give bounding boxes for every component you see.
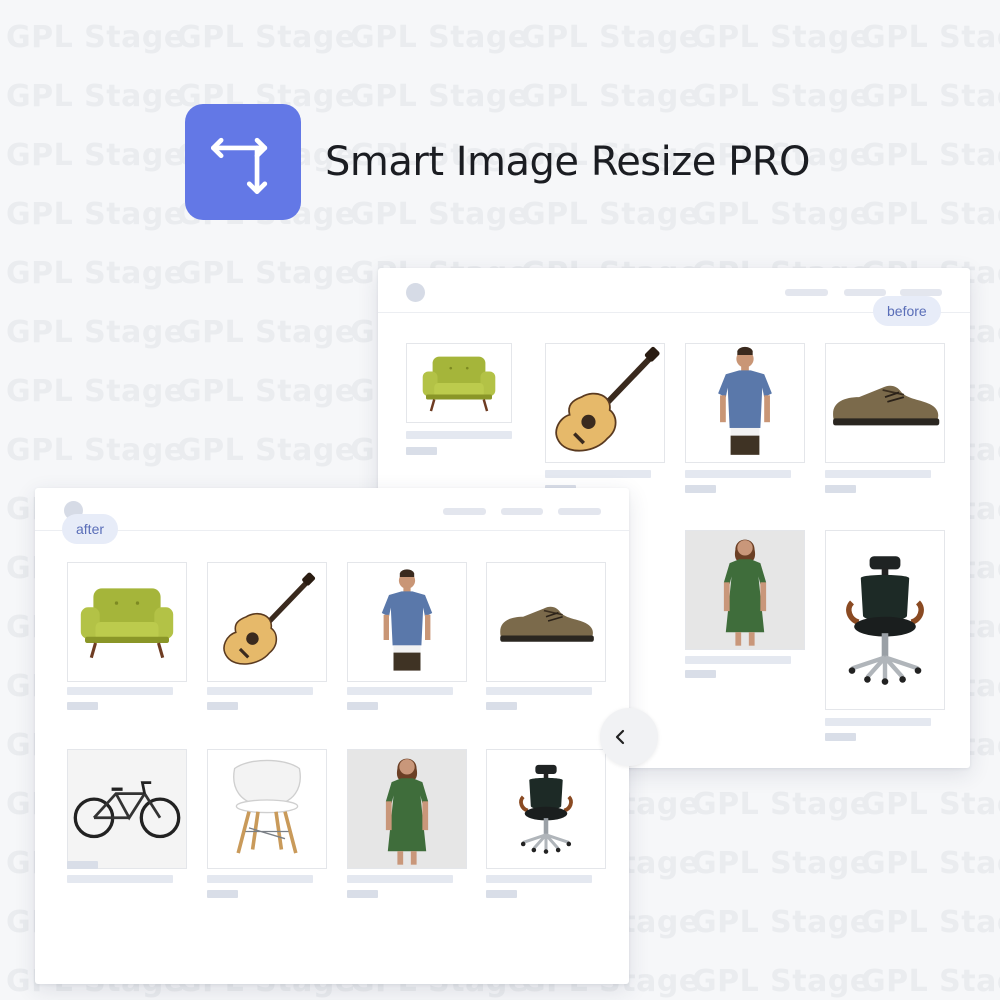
armchair-icon (406, 343, 512, 423)
tshirt-model-icon (347, 562, 467, 682)
dress-model-icon (685, 530, 805, 650)
product-title-placeholder (486, 687, 592, 695)
watermark-text: GPL Stage (177, 433, 356, 468)
chevron-left-icon (615, 729, 625, 745)
nav-placeholder (900, 289, 942, 296)
product-price-placeholder (347, 890, 378, 898)
product-price-placeholder (685, 485, 716, 493)
after-badge: after (62, 514, 119, 544)
product-price-placeholder (67, 861, 98, 869)
watermark-text: GPL Stage (861, 846, 1000, 881)
watermark-text: GPL Stage (177, 315, 356, 350)
guitar-icon (207, 562, 327, 682)
watermark-text: GPL Stage (521, 20, 700, 55)
product-price-placeholder (486, 702, 517, 710)
bicycle-icon (67, 749, 187, 869)
product-title-placeholder (347, 875, 453, 883)
product-price-placeholder (406, 447, 437, 455)
product-price-placeholder (486, 890, 517, 898)
product-price-placeholder (207, 890, 238, 898)
watermark-text: GPL Stage (692, 905, 871, 940)
nav-placeholder (558, 508, 601, 515)
watermark-text: GPL Stage (861, 197, 1000, 232)
watermark-text: GPL Stage (6, 197, 185, 232)
watermark-text: GPL Stage (177, 20, 356, 55)
product-title-placeholder (406, 431, 512, 439)
watermark-text: GPL Stage (6, 138, 185, 173)
product-title-placeholder (486, 875, 592, 883)
dress-model-icon (347, 749, 467, 869)
product-title-placeholder (207, 875, 313, 883)
watermark-text: GPL Stage (350, 20, 529, 55)
product-title-placeholder (347, 687, 453, 695)
watermark-text: GPL Stage (692, 846, 871, 881)
office-chair-icon (486, 749, 606, 869)
watermark-text: GPL Stage (6, 20, 185, 55)
window-dot (406, 283, 425, 302)
header-divider (35, 530, 629, 531)
before-badge: before (873, 296, 941, 326)
product-title-placeholder (825, 718, 931, 726)
watermark-text: GPL Stage (692, 20, 871, 55)
tshirt-model-icon (685, 343, 805, 463)
product-price-placeholder (347, 702, 378, 710)
watermark-text: GPL Stage (861, 79, 1000, 114)
product-title-placeholder (67, 875, 173, 883)
office-chair-icon (825, 530, 945, 710)
product-price-placeholder (207, 702, 238, 710)
watermark-text: GPL Stage (6, 433, 185, 468)
product-price-placeholder (825, 733, 856, 741)
product-title-placeholder (685, 470, 791, 478)
product-title-placeholder (545, 470, 651, 478)
product-title-placeholder (685, 656, 791, 664)
shoe-icon (825, 343, 945, 463)
watermark-text: GPL Stage (177, 374, 356, 409)
after-preview-panel: after (35, 488, 629, 984)
nav-placeholder (501, 508, 543, 515)
watermark-text: GPL Stage (861, 20, 1000, 55)
product-header: Smart Image Resize PRO (185, 104, 810, 220)
watermark-text: GPL Stage (6, 315, 185, 350)
watermark-text: GPL Stage (861, 138, 1000, 173)
guitar-icon (545, 343, 665, 463)
watermark-text: GPL Stage (6, 256, 185, 291)
watermark-text: GPL Stage (861, 964, 1000, 999)
product-price-placeholder (825, 485, 856, 493)
resize-arrows-icon (185, 104, 301, 220)
nav-placeholder (443, 508, 486, 515)
shoe-icon (486, 562, 606, 682)
plastic-chair-icon (207, 749, 327, 869)
watermark-text: GPL Stage (692, 787, 871, 822)
nav-placeholder (844, 289, 886, 296)
product-price-placeholder (67, 702, 98, 710)
watermark-text: GPL Stage (6, 374, 185, 409)
product-title-placeholder (67, 687, 173, 695)
product-title-placeholder (825, 470, 931, 478)
watermark-text: GPL Stage (861, 905, 1000, 940)
compare-toggle-button[interactable] (600, 708, 658, 766)
watermark-text: GPL Stage (692, 964, 871, 999)
armchair-icon (67, 562, 187, 682)
nav-placeholder (785, 289, 828, 296)
watermark-text: GPL Stage (177, 256, 356, 291)
product-title-placeholder (207, 687, 313, 695)
product-title: Smart Image Resize PRO (325, 139, 810, 185)
watermark-text: GPL Stage (861, 787, 1000, 822)
product-price-placeholder (685, 670, 716, 678)
watermark-text: GPL Stage (6, 79, 185, 114)
